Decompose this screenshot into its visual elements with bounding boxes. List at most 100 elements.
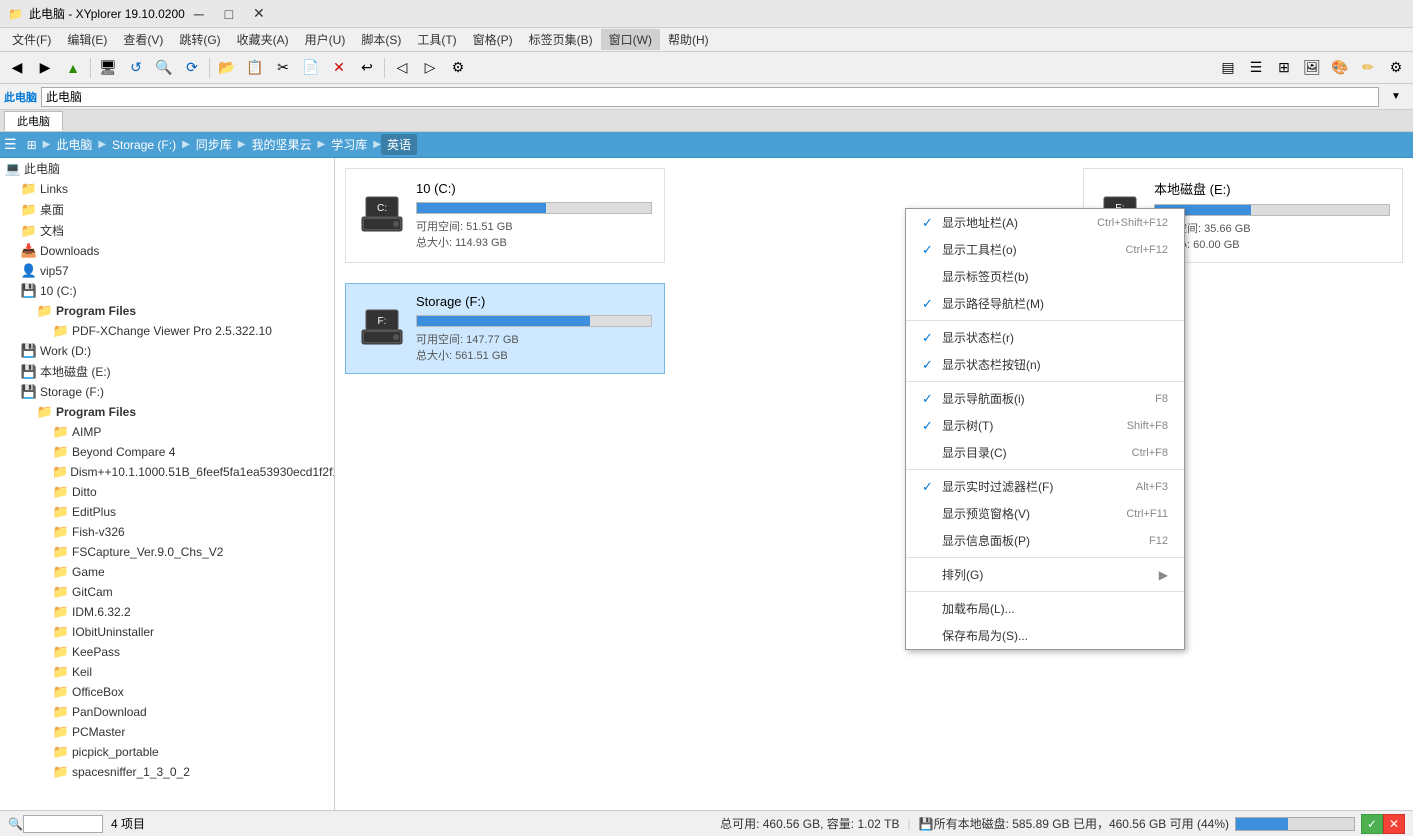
status-cancel-button[interactable]: ✕ bbox=[1383, 814, 1405, 834]
back-button[interactable]: ◀ bbox=[4, 55, 30, 81]
cm-show-preview[interactable]: 显示预览窗格(V) Ctrl+F11 bbox=[906, 500, 1184, 527]
cm-show-statusbtns[interactable]: ✓ 显示状态栏按钮(n) bbox=[906, 351, 1184, 378]
view-details[interactable]: ☰ bbox=[1243, 55, 1269, 81]
menu-file[interactable]: 文件(F) bbox=[4, 29, 59, 50]
tree-item-links[interactable]: 📁 Links bbox=[0, 179, 334, 199]
bc-study[interactable]: 学习库 bbox=[325, 134, 373, 155]
cm-sort[interactable]: 排列(G) ▶ bbox=[906, 561, 1184, 588]
tree-item-keil[interactable]: 📁 Keil bbox=[0, 662, 334, 682]
cm-show-tabbar[interactable]: 显示标签页栏(b) bbox=[906, 263, 1184, 290]
tree-item-game[interactable]: 📁 Game bbox=[0, 562, 334, 582]
view-tiles[interactable]: ⊞ bbox=[1271, 55, 1297, 81]
menu-view[interactable]: 查看(V) bbox=[115, 29, 171, 50]
cm-show-livefilter[interactable]: ✓ 显示实时过滤器栏(F) Alt+F3 bbox=[906, 473, 1184, 500]
settings-button[interactable]: ⚙ bbox=[1383, 55, 1409, 81]
menu-window[interactable]: 窗口(W) bbox=[601, 29, 660, 50]
search-button[interactable]: 🔍 bbox=[151, 55, 177, 81]
menu-script[interactable]: 脚本(S) bbox=[353, 29, 409, 50]
bc-nutcloud[interactable]: 我的坚果云 bbox=[246, 134, 318, 155]
tree-item-fish[interactable]: 📁 Fish-v326 bbox=[0, 522, 334, 542]
tree-item-gitcam[interactable]: 📁 GitCam bbox=[0, 582, 334, 602]
paste-button[interactable]: 📄 bbox=[298, 55, 324, 81]
breadcrumb: ☰ ⊞ ▶ 此电脑 ▶ Storage (F:) ▶ 同步库 ▶ 我的坚果云 ▶… bbox=[0, 132, 1413, 158]
tree-item-picpick[interactable]: 📁 picpick_portable bbox=[0, 742, 334, 762]
menu-user[interactable]: 用户(U) bbox=[297, 29, 354, 50]
tree-item-pdfxchange[interactable]: 📁 PDF-XChange Viewer Pro 2.5.322.10 bbox=[0, 321, 334, 341]
tree-item-officebox[interactable]: 📁 OfficeBox bbox=[0, 682, 334, 702]
tree-item-pandownload[interactable]: 📁 PanDownload bbox=[0, 702, 334, 722]
maximize-button[interactable]: □ bbox=[215, 4, 243, 24]
menu-help[interactable]: 帮助(H) bbox=[660, 29, 717, 50]
cm-show-tree[interactable]: ✓ 显示树(T) Shift+F8 bbox=[906, 412, 1184, 439]
tree-item-e[interactable]: 💾 本地磁盘 (E:) bbox=[0, 361, 334, 382]
delete-button[interactable]: ✕ bbox=[326, 55, 352, 81]
cm-show-infopanel[interactable]: 显示信息面板(P) F12 bbox=[906, 527, 1184, 554]
cm-load-layout[interactable]: 加载布局(L)... bbox=[906, 595, 1184, 622]
tree-item-downloads[interactable]: 📥 Downloads bbox=[0, 241, 334, 261]
cm-show-breadcrumb[interactable]: ✓ 显示路径导航栏(M) bbox=[906, 290, 1184, 317]
menu-tabset[interactable]: 标签页集(B) bbox=[521, 29, 601, 50]
tab-1[interactable]: 此电脑 bbox=[4, 111, 63, 131]
tree-item-fscapture[interactable]: 📁 FSCapture_Ver.9.0_Chs_V2 bbox=[0, 542, 334, 562]
addr-arrow[interactable]: ▼ bbox=[1383, 84, 1409, 110]
minimize-button[interactable]: ─ bbox=[185, 4, 213, 24]
toolbar-highlight[interactable]: ✏ bbox=[1355, 55, 1381, 81]
bc-this-computer[interactable]: 此电脑 bbox=[50, 134, 98, 155]
tree-item-idm[interactable]: 📁 IDM.6.32.2 bbox=[0, 602, 334, 622]
tree-item-aimp[interactable]: 📁 AIMP bbox=[0, 422, 334, 442]
tree-item-programfiles-c[interactable]: 📁 Program Files bbox=[0, 301, 334, 321]
view-list[interactable]: ▤ bbox=[1215, 55, 1241, 81]
tree-item-beyondcompare[interactable]: 📁 Beyond Compare 4 bbox=[0, 442, 334, 462]
sync-button[interactable]: ⟳ bbox=[179, 55, 205, 81]
forward-button[interactable]: ▶ bbox=[32, 55, 58, 81]
tree-item-d[interactable]: 💾 Work (D:) bbox=[0, 341, 334, 361]
search-input-status[interactable] bbox=[23, 815, 103, 833]
tree-item-dism[interactable]: 📁 Dism++10.1.1000.51B_6feef5fa1ea53930ec… bbox=[0, 462, 334, 482]
undo-button[interactable]: ↩ bbox=[354, 55, 380, 81]
address-input[interactable] bbox=[41, 87, 1379, 107]
tree-item-programfiles-f[interactable]: 📁 Program Files bbox=[0, 402, 334, 422]
menu-goto[interactable]: 跳转(G) bbox=[171, 29, 228, 50]
disk-card-f[interactable]: F: Storage (F:) 可用空间: 147.77 GB 总大小: 561… bbox=[345, 283, 665, 374]
tree-item-c[interactable]: 💾 10 (C:) bbox=[0, 281, 334, 301]
cm-show-statusbar[interactable]: ✓ 显示状态栏(r) bbox=[906, 324, 1184, 351]
refresh-button[interactable]: ↺ bbox=[123, 55, 149, 81]
cm-save-layout[interactable]: 保存布局为(S)... bbox=[906, 622, 1184, 649]
cut-button[interactable]: ✂ bbox=[270, 55, 296, 81]
close-button[interactable]: ✕ bbox=[245, 4, 273, 24]
computer-button[interactable]: 🖥 bbox=[95, 55, 121, 81]
nav-left[interactable]: ◁ bbox=[389, 55, 415, 81]
tree-item-ditto[interactable]: 📁 Ditto bbox=[0, 482, 334, 502]
tree-item-vip57[interactable]: 👤 vip57 bbox=[0, 261, 334, 281]
disk-card-c[interactable]: C: 10 (C:) 可用空间: 51.51 GB 总大小: 114.93 GB bbox=[345, 168, 665, 263]
menu-favorites[interactable]: 收藏夹(A) bbox=[229, 29, 297, 50]
bc-sync[interactable]: 同步库 bbox=[190, 134, 238, 155]
tree-item-f[interactable]: 💾 Storage (F:) bbox=[0, 382, 334, 402]
toolbar-paint[interactable]: 🎨 bbox=[1327, 55, 1353, 81]
status-ok-button[interactable]: ✓ bbox=[1361, 814, 1383, 834]
tree-item-editplus[interactable]: 📁 EditPlus bbox=[0, 502, 334, 522]
bc-english[interactable]: 英语 bbox=[381, 134, 417, 155]
menu-pane[interactable]: 窗格(P) bbox=[465, 29, 521, 50]
tree-item-keepass[interactable]: 📁 KeePass bbox=[0, 642, 334, 662]
nav-right[interactable]: ▷ bbox=[417, 55, 443, 81]
cm-show-addressbar[interactable]: ✓ 显示地址栏(A) Ctrl+Shift+F12 bbox=[906, 209, 1184, 236]
cm-show-navpanel[interactable]: ✓ 显示导航面板(i) F8 bbox=[906, 385, 1184, 412]
bc-computer[interactable]: ⊞ bbox=[21, 136, 43, 154]
bc-storage[interactable]: Storage (F:) bbox=[106, 136, 182, 154]
copy-button[interactable]: 📋 bbox=[242, 55, 268, 81]
tree-item-iobit[interactable]: 📁 IObitUninstaller bbox=[0, 622, 334, 642]
menu-edit[interactable]: 编辑(E) bbox=[59, 29, 115, 50]
up-button[interactable]: ▲ bbox=[60, 55, 86, 81]
toolbar-extra[interactable]: ⚙ bbox=[445, 55, 471, 81]
view-icons[interactable]: 🖼 bbox=[1299, 55, 1325, 81]
tree-item-pcmaster[interactable]: 📁 PCMaster bbox=[0, 722, 334, 742]
menu-tools[interactable]: 工具(T) bbox=[409, 29, 464, 50]
tree-item-documents[interactable]: 📁 文档 bbox=[0, 220, 334, 241]
tree-item-desktop[interactable]: 📁 桌面 bbox=[0, 199, 334, 220]
browse-button[interactable]: 📂 bbox=[214, 55, 240, 81]
tree-item-spacesniffer[interactable]: 📁 spacesniffer_1_3_0_2 bbox=[0, 762, 334, 782]
cm-show-toolbar[interactable]: ✓ 显示工具栏(o) Ctrl+F12 bbox=[906, 236, 1184, 263]
tree-item-computer[interactable]: 💻 此电脑 bbox=[0, 158, 334, 179]
cm-show-catalog[interactable]: 显示目录(C) Ctrl+F8 bbox=[906, 439, 1184, 466]
